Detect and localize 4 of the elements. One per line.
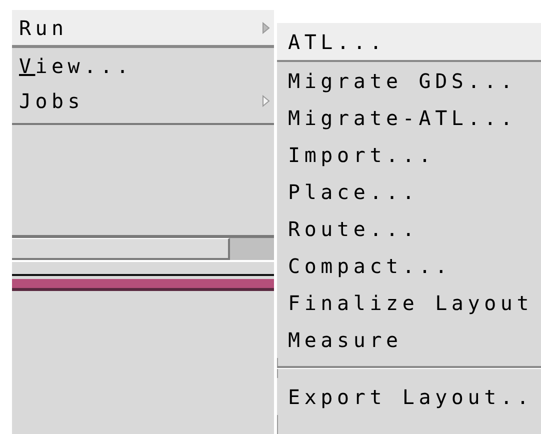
menu-item[interactable]: Run [12,10,274,48]
submenu-item[interactable]: ATL... [277,23,541,62]
scrollbar[interactable] [12,235,274,262]
scrollbar-thumb[interactable] [12,238,230,260]
